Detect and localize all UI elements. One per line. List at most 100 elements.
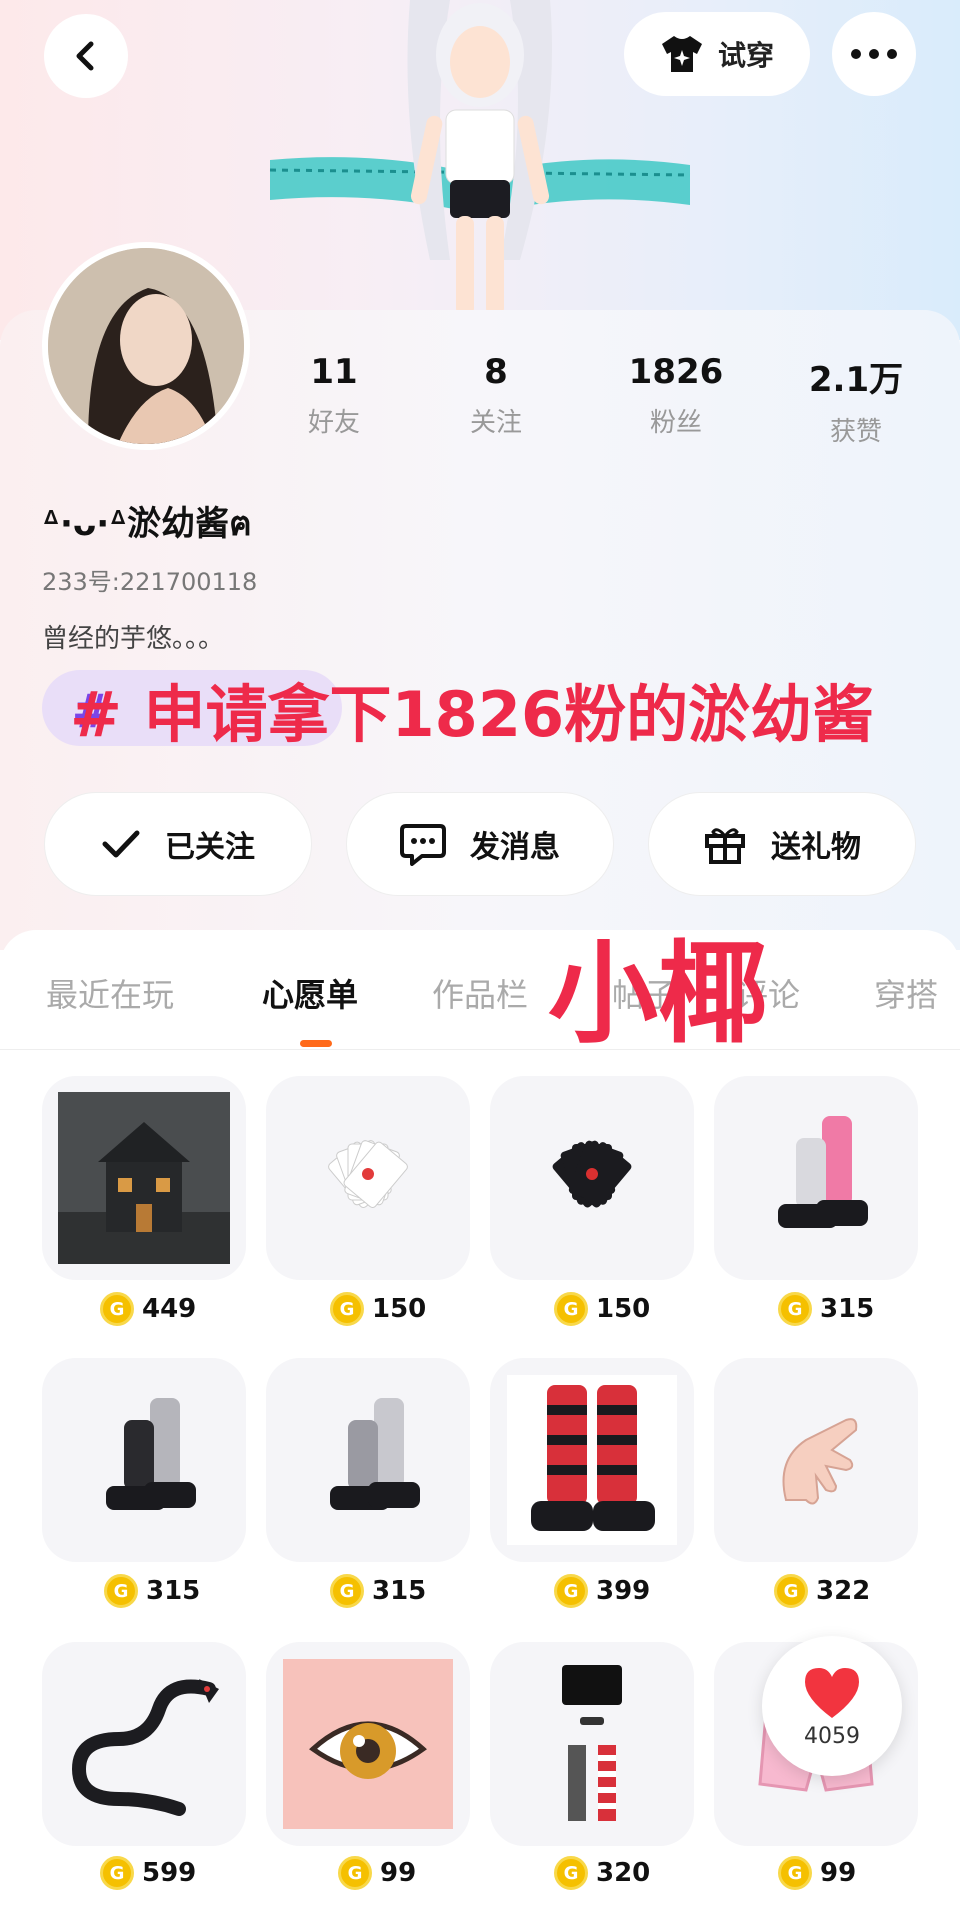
price-value: 399 bbox=[596, 1576, 651, 1606]
bio: 曾经的芋悠。。。 bbox=[42, 624, 225, 654]
grey-leg-warmer-boots-2-icon bbox=[330, 1398, 420, 1510]
price-value: 315 bbox=[820, 1294, 875, 1324]
wishlist-price: G 399 bbox=[554, 1574, 650, 1608]
coin-icon: G bbox=[554, 1574, 588, 1608]
price-value: 599 bbox=[142, 1858, 197, 1888]
message-button[interactable]: 发消息 bbox=[346, 792, 614, 896]
stat-friends[interactable]: 11 好友 bbox=[264, 352, 404, 439]
overlay-headline: # 申请拿下1826粉的淤幼酱 bbox=[70, 678, 875, 751]
wishlist-price: G 150 bbox=[554, 1292, 650, 1326]
tab-wishlist[interactable]: 心愿单 bbox=[262, 970, 358, 1016]
wishlist-item[interactable] bbox=[266, 1076, 470, 1280]
checkmark-icon bbox=[102, 830, 140, 858]
wishlist-price: G 315 bbox=[330, 1574, 426, 1608]
profile-avatar[interactable] bbox=[42, 242, 250, 450]
overlay-watermark: 小椰 bbox=[548, 930, 768, 1058]
stat-following-value: 8 bbox=[484, 352, 508, 392]
stat-following[interactable]: 8 关注 bbox=[426, 352, 566, 439]
red-striped-boots-icon bbox=[507, 1375, 677, 1545]
grey-leg-warmer-boots-icon bbox=[106, 1398, 196, 1510]
back-button[interactable] bbox=[44, 14, 128, 98]
coin-icon: G bbox=[774, 1574, 808, 1608]
stat-likes-label: 获赞 bbox=[829, 417, 882, 447]
coin-icon: G bbox=[778, 1292, 812, 1326]
coin-icon: G bbox=[100, 1856, 134, 1890]
stat-fans-label: 粉丝 bbox=[649, 408, 702, 438]
send-gift-button[interactable]: 送礼物 bbox=[648, 792, 916, 896]
price-value: 320 bbox=[596, 1858, 651, 1888]
price-value: 150 bbox=[372, 1294, 427, 1324]
more-options-button[interactable] bbox=[832, 12, 916, 96]
message-label: 发消息 bbox=[470, 830, 560, 865]
stat-friends-value: 11 bbox=[310, 352, 358, 392]
coin-icon: G bbox=[104, 1574, 138, 1608]
tab-works[interactable]: 作品栏 bbox=[432, 970, 528, 1016]
avatar-portrait bbox=[48, 248, 244, 444]
try-on-label: 试穿 bbox=[717, 39, 774, 72]
like-button[interactable]: 4059 bbox=[762, 1636, 902, 1776]
gift-icon bbox=[705, 828, 745, 864]
wishlist-item[interactable] bbox=[42, 1642, 246, 1846]
pink-leg-warmer-boots-icon bbox=[778, 1116, 868, 1228]
wishlist-price: G 99 bbox=[338, 1856, 416, 1890]
wishlist-item[interactable] bbox=[714, 1358, 918, 1562]
active-tab-indicator bbox=[300, 1040, 332, 1047]
playing-cards-black-icon bbox=[552, 1140, 632, 1208]
wishlist-item[interactable] bbox=[266, 1642, 470, 1846]
chat-bubble-icon bbox=[400, 824, 446, 866]
coin-icon: G bbox=[338, 1856, 372, 1890]
try-on-button[interactable]: 试穿 bbox=[624, 12, 810, 96]
stat-likes[interactable]: 2.1万 获赞 bbox=[786, 352, 926, 448]
playing-cards-white-icon bbox=[328, 1140, 408, 1208]
wishlist-item[interactable] bbox=[42, 1076, 246, 1280]
black-dragon-icon bbox=[71, 1679, 219, 1816]
wishlist-price: G 320 bbox=[554, 1856, 650, 1890]
tab-outfits[interactable]: 穿搭 bbox=[874, 970, 938, 1016]
stat-likes-value: 2.1万 bbox=[808, 360, 904, 400]
hand-nails-icon bbox=[782, 1418, 858, 1505]
price-value: 322 bbox=[816, 1576, 871, 1606]
price-value: 99 bbox=[820, 1858, 857, 1888]
coin-icon: G bbox=[100, 1292, 134, 1326]
wishlist-price: G 315 bbox=[104, 1574, 200, 1608]
stat-following-label: 关注 bbox=[469, 408, 522, 438]
stat-fans[interactable]: 1826 粉丝 bbox=[606, 352, 746, 439]
tab-recently-played[interactable]: 最近在玩 bbox=[46, 970, 174, 1016]
stat-friends-label: 好友 bbox=[307, 408, 360, 438]
wishlist-price: G 322 bbox=[774, 1574, 870, 1608]
skirt-and-socks-icon bbox=[562, 1665, 622, 1821]
tshirt-sparkle-icon bbox=[661, 36, 702, 72]
wishlist-price: G 150 bbox=[330, 1292, 426, 1326]
wishlist-item[interactable] bbox=[490, 1076, 694, 1280]
anime-eye-icon bbox=[283, 1659, 453, 1829]
coin-icon: G bbox=[330, 1292, 364, 1326]
wishlist-item[interactable] bbox=[490, 1358, 694, 1562]
follow-button[interactable]: 已关注 bbox=[44, 792, 312, 896]
haunted-house-icon bbox=[58, 1092, 230, 1264]
coin-icon: G bbox=[554, 1856, 588, 1890]
account-id: 233号:221700118 bbox=[42, 568, 258, 596]
price-value: 150 bbox=[596, 1294, 651, 1324]
wishlist-item[interactable] bbox=[714, 1076, 918, 1280]
wishlist-item[interactable] bbox=[490, 1642, 694, 1846]
follow-label: 已关注 bbox=[165, 830, 255, 865]
price-value: 449 bbox=[142, 1294, 197, 1324]
like-count: 4059 bbox=[804, 1723, 860, 1749]
gift-label: 送礼物 bbox=[771, 830, 861, 865]
chevron-left-icon bbox=[76, 41, 94, 71]
price-value: 99 bbox=[380, 1858, 417, 1888]
wishlist-price: G 449 bbox=[100, 1292, 196, 1326]
coin-icon: G bbox=[554, 1292, 588, 1326]
wishlist-price: G 315 bbox=[778, 1292, 874, 1326]
wishlist-item[interactable] bbox=[42, 1358, 246, 1562]
username: ᐞ·ᴗ·ᐞ淤幼酱ฅ bbox=[42, 504, 252, 544]
heart-icon bbox=[805, 1667, 859, 1718]
coin-icon: G bbox=[330, 1574, 364, 1608]
price-value: 315 bbox=[372, 1576, 427, 1606]
more-dots-icon bbox=[851, 49, 897, 59]
wishlist-price: G 599 bbox=[100, 1856, 196, 1890]
wishlist-price: G 99 bbox=[778, 1856, 856, 1890]
stat-fans-value: 1826 bbox=[628, 352, 724, 392]
coin-icon: G bbox=[778, 1856, 812, 1890]
wishlist-item[interactable] bbox=[266, 1358, 470, 1562]
